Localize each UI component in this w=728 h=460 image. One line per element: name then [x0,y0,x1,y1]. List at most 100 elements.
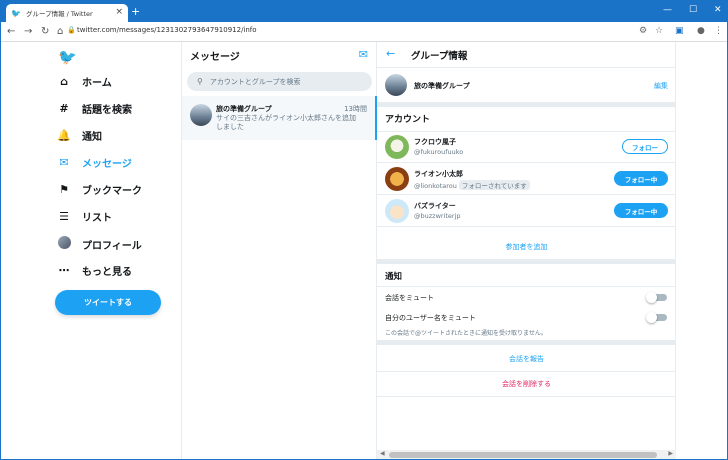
scrollbar-thumb[interactable] [389,452,657,458]
sidebar-item-label: ブックマーク [82,186,142,197]
reload-icon[interactable]: ↻ [41,26,49,37]
divider [377,340,676,345]
follows-you-badge: フォローされています [458,180,530,190]
bookmark-icon: ⚑ [59,183,69,196]
title-bar: 🐦 グループ情報 / Twitter × + — ☐ ✕ [1,1,727,22]
mute-mentions-label: 自分のユーザー名をミュート [385,314,476,322]
group-name: 旅の準備グループ [414,82,470,90]
conversation-name: 旅の準備グループ [216,105,272,113]
new-tab-icon[interactable]: + [131,5,140,18]
sidebar-item-label: もっと見る [82,267,132,278]
user-row[interactable]: バズライター @buzzwriterjp フォロー中 [377,196,676,227]
user-handle: @lionkotarou [414,182,457,190]
avatar [57,236,71,252]
notifications-heading: 通知 [385,272,403,282]
horizontal-scrollbar[interactable]: ◀ ▶ [377,450,676,459]
site-settings-icon[interactable]: ⚙ [639,26,647,36]
sidebar-item-label: ホーム [82,78,112,89]
list-icon: ☰ [59,210,69,223]
edit-link[interactable]: 編集 [654,81,668,91]
address-bar: ← → ↻ ⌂ 🔒 twitter.com/messages/123130279… [1,22,727,42]
sidebar-item-label: 話題を検索 [82,105,132,116]
group-avatar [385,74,407,96]
user-name: フクロウ風子 [414,138,456,146]
mute-note: この会話で@ツイートされたときに通知を受け取りません。 [385,330,547,337]
messages-panel: メッセージ ✉ ⚲ アカウントとグループを検索 旅の準備グループ 13時間 サイ… [182,42,377,459]
sidebar-item-explore[interactable]: # 話題を検索 [57,101,132,116]
menu-dots-icon[interactable]: ⋮ [714,26,723,36]
sidebar-item-label: 通知 [82,132,102,143]
browser-window: 🐦 グループ情報 / Twitter × + — ☐ ✕ ← → ↻ ⌂ 🔒 t… [0,0,728,460]
following-button[interactable]: フォロー中 [614,171,668,186]
lock-icon[interactable]: 🔒 [67,26,76,34]
sidebar-item-label: メッセージ [82,159,132,170]
report-conversation-link[interactable]: 会話を報告 [377,354,676,364]
sidebar-item-more[interactable]: ⋯ もっと見る [57,263,133,278]
search-icon: ⚲ [197,77,203,86]
sidebar-item-label: プロフィール [82,240,142,252]
page-title: グループ情報 [411,51,468,62]
divider [377,396,676,397]
add-participant-link[interactable]: 参加者を追加 [377,242,676,252]
sidebar-item-messages[interactable]: ✉ メッセージ [57,155,132,170]
group-row: 旅の準備グループ 編集 [377,69,676,102]
sidebar-item-home[interactable]: ⌂ ホーム [57,74,112,89]
tab-title: グループ情報 / Twitter [25,10,93,18]
tab-close-icon[interactable]: × [115,7,123,17]
user-row[interactable]: ライオン小太郎 @lionkotarou フォローされています フォロー中 [377,164,676,195]
group-info-header: ← グループ情報 [377,42,676,68]
divider [377,371,676,372]
home-icon: ⌂ [60,75,68,88]
browser-tab[interactable]: 🐦 グループ情報 / Twitter × [6,4,128,22]
twitter-logo-icon[interactable]: 🐦 [58,48,77,66]
user-row[interactable]: フクロウ風子 @fukuroufuuko フォロー [377,132,676,163]
url-field[interactable]: twitter.com/messages/1231302793647910912… [77,26,257,34]
sidebar-item-bookmarks[interactable]: ⚑ ブックマーク [57,182,142,197]
sidebar-item-notifications[interactable]: 🔔 通知 [57,128,102,143]
close-window-icon[interactable]: ✕ [714,5,722,15]
accounts-heading: アカウント [385,115,431,125]
scroll-right-icon[interactable]: ▶ [668,450,673,457]
user-name: バズライター [414,202,456,210]
search-placeholder: アカウントとグループを検索 [209,77,301,86]
conversation-item[interactable]: 旅の準備グループ 13時間 サイの三吉さんがライオン小太郎さんを追加しました [182,96,377,140]
group-info-panel: ← グループ情報 旅の準備グループ 編集 アカウント フクロウ風子 @fukur… [377,42,676,459]
sidebar-item-profile[interactable]: プロフィール [57,236,142,252]
tweet-button[interactable]: ツイートする [55,290,161,315]
more-circle-icon: ⋯ [58,264,70,277]
envelope-icon: ✉ [59,156,69,169]
maximize-icon[interactable]: ☐ [689,5,697,15]
mute-mentions-toggle[interactable] [646,312,667,323]
user-handle: @fukuroufuuko [414,148,464,156]
sidebar-item-lists[interactable]: ☰ リスト [57,209,112,224]
mute-conversation-toggle[interactable] [646,292,667,303]
conversation-time: 13時間 [344,105,367,113]
bell-icon: 🔔 [57,129,71,142]
avatar [385,167,409,191]
star-icon[interactable]: ☆ [655,26,663,36]
hashtag-icon: # [59,102,69,115]
following-button[interactable]: フォロー中 [614,203,668,218]
left-sidebar: 🐦 ⌂ ホーム # 話題を検索 🔔 通知 ✉ メッセージ ⚑ ブックマーク ☰ … [1,42,182,459]
back-nav-icon[interactable]: ← [7,26,15,37]
scroll-left-icon[interactable]: ◀ [380,450,385,457]
follow-button[interactable]: フォロー [622,139,668,154]
minimize-icon[interactable]: — [663,5,672,15]
home-nav-icon[interactable]: ⌂ [57,26,63,37]
group-avatar [190,104,212,126]
delete-conversation-link[interactable]: 会話を削除する [377,379,676,389]
twitter-favicon-icon: 🐦 [11,8,21,18]
extension-icon[interactable]: ▣ [675,26,684,36]
messages-title: メッセージ [190,52,240,63]
sidebar-item-label: リスト [82,213,112,224]
divider [377,259,676,264]
divider [377,102,676,107]
search-input[interactable]: ⚲ アカウントとグループを検索 [187,72,372,91]
compose-message-icon[interactable]: ✉ [359,48,368,61]
user-handle-row: @lionkotarou フォローされています [414,180,530,190]
account-icon[interactable]: ● [697,26,705,36]
forward-nav-icon[interactable]: → [24,26,32,37]
back-arrow-icon[interactable]: ← [386,47,395,60]
divider [377,286,676,287]
conversation-preview: サイの三吉さんがライオン小太郎さんを追加しました [216,114,356,131]
